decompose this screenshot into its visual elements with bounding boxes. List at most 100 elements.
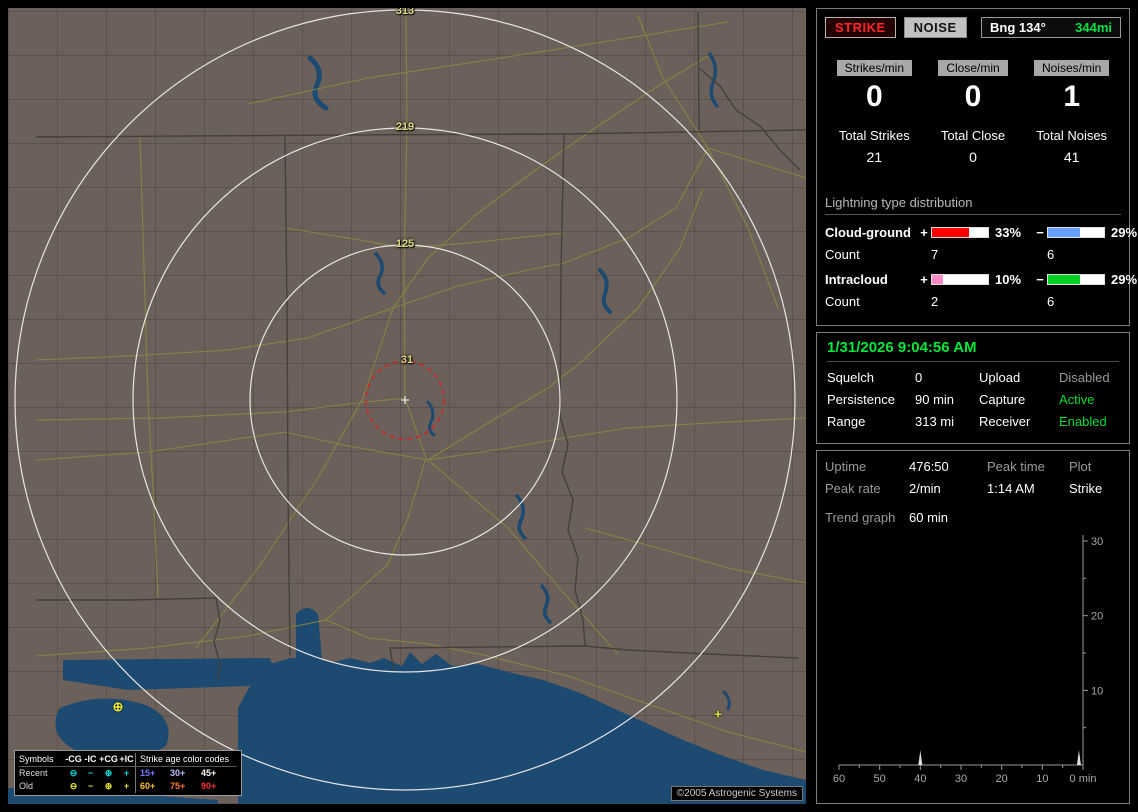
trend-section: Uptime 476:50 Peak time Plot Peak rate 2… (816, 450, 1130, 804)
receiver-label: Receiver (979, 414, 1031, 429)
ic-negative-bar-fill (1048, 275, 1081, 284)
total-close-label: Total Close (940, 128, 1006, 143)
legend-symbol: − (87, 781, 94, 791)
svg-text:50: 50 (874, 773, 886, 785)
plot-value: Strike (1069, 481, 1103, 496)
close-per-min-label: Close/min (938, 60, 1008, 76)
intracloud-count-row: Count 2 6 (825, 294, 1121, 309)
noises-per-min-value: 1 (1063, 80, 1080, 113)
distribution-row-intracloud: Intracloud + 10% − 29% (825, 272, 1137, 287)
svg-text:10: 10 (1091, 685, 1103, 697)
svg-text:20: 20 (1091, 611, 1103, 623)
strikes-per-min-label: Strikes/min (836, 60, 912, 76)
legend-symbol: − (87, 768, 94, 778)
legend-col-pos-cg: +CG (99, 753, 118, 767)
range-value: 313 mi (915, 414, 955, 429)
capture-label: Capture (979, 392, 1026, 407)
range-label: Range (827, 414, 866, 429)
squelch-label: Squelch (827, 370, 874, 385)
cg-positive-bar (931, 227, 989, 238)
total-strikes-value: 21 (866, 149, 883, 165)
cg-negative-count: 6 (1047, 247, 1055, 262)
svg-text:10: 10 (1036, 773, 1048, 785)
legend-age-header: Strike age color codes (135, 753, 237, 767)
ic-positive-bar (931, 274, 989, 285)
cg-positive-count: 7 (931, 247, 939, 262)
peak-time-value: 1:14 AM (987, 481, 1035, 496)
copyright-label: ©2005 Astrogenic Systems (670, 786, 803, 801)
persistence-value: 90 min (915, 392, 955, 407)
legend-symbol: ⊕ (104, 768, 113, 778)
upload-status: Disabled (1059, 370, 1110, 385)
bearing-distance-value: 344mi (1075, 20, 1112, 35)
cloud-ground-count-row: Count 7 6 (825, 247, 1121, 262)
cg-positive-bar-fill (932, 228, 969, 237)
plus-sign: + (920, 272, 928, 287)
ic-negative-count: 6 (1047, 294, 1055, 309)
range-ring-label-313: 313 (395, 8, 415, 17)
range-ring-label-31: 31 (400, 354, 414, 366)
capture-status: Active (1059, 392, 1095, 407)
legend-row-label: Old (19, 781, 34, 791)
noises-per-min-label: Noises/min (1033, 60, 1110, 76)
svg-text:40: 40 (914, 773, 926, 785)
peak-rate-value: 2/min (909, 481, 941, 496)
rate-counters: Strikes/min 0 Total Strikes 21 Close/min… (825, 60, 1121, 165)
legend-col-pos-ic: +IC (118, 753, 135, 767)
close-per-min-value: 0 (964, 80, 982, 113)
intracloud-label: Intracloud (825, 272, 888, 287)
total-noises-label: Total Noises (1036, 128, 1108, 143)
plot-label: Plot (1069, 459, 1092, 474)
receiver-site-marker (401, 396, 409, 404)
total-close-value: 0 (969, 149, 977, 165)
minus-sign: − (1036, 272, 1044, 287)
trend-chart: 30 20 10 60 50 40 30 20 10 0 min (833, 535, 1103, 785)
legend-age-value: 15+ (135, 767, 166, 780)
legend-age-value: 60+ (135, 780, 166, 793)
old-strike-symbol: ⊕ (112, 699, 124, 714)
svg-text:30: 30 (1091, 536, 1103, 548)
datetime-display: 1/31/2026 9:04:56 AM (827, 339, 1119, 362)
cloud-ground-label: Cloud-ground (825, 225, 911, 240)
uptime-label: Uptime (825, 459, 867, 474)
total-noises-value: 41 (1063, 149, 1080, 165)
noise-mode-button[interactable]: NOISE (903, 17, 967, 38)
legend-age-value: 30+ (170, 768, 186, 778)
ic-negative-percent: 29% (1111, 272, 1138, 287)
ic-positive-count: 2 (931, 294, 939, 309)
mode-toolbar: STRIKE NOISE Bng 134° 344mi (825, 17, 1121, 38)
receiver-status: Enabled (1059, 414, 1107, 429)
svg-text:60: 60 (833, 773, 845, 785)
bearing-readout: Bng 134° 344mi (981, 17, 1121, 38)
uptime-value: 476:50 (909, 459, 949, 474)
cg-positive-percent: 33% (995, 225, 1022, 240)
state-borders (35, 11, 806, 681)
legend-age-value: 75+ (170, 781, 186, 791)
status-panel: STRIKE NOISE Bng 134° 344mi Strikes/min … (816, 8, 1137, 804)
legend-symbols-header: Symbols (19, 753, 65, 767)
strike-map[interactable]: 313 219 125 31 ⊕ + Symbols -CG -IC +CG +… (8, 8, 806, 804)
legend-symbol: + (123, 768, 130, 778)
trend-graph-header: Trend graph 60 min (825, 510, 1125, 525)
upload-label: Upload (979, 370, 1021, 385)
trend-graph-span-value: 60 min (909, 510, 949, 525)
distribution-title: Lightning type distribution (825, 195, 1121, 215)
total-strikes-label: Total Strikes (838, 128, 910, 143)
strike-mode-button[interactable]: STRIKE (825, 17, 896, 38)
legend-age-value: 90+ (201, 781, 217, 791)
squelch-value: 0 (915, 370, 923, 385)
legend-symbol: ⊖ (69, 781, 78, 791)
map-legend: Symbols -CG -IC +CG +IC Strike age color… (14, 750, 242, 796)
range-ring-label-125: 125 (395, 238, 415, 250)
bearing-label: Bng 134° (990, 20, 1046, 35)
legend-symbol: ⊕ (104, 781, 113, 791)
status-grid: Squelch 0 Upload Disabled Persistence 90… (827, 370, 1119, 429)
road-network (35, 8, 806, 753)
strikes-per-min-counter: Strikes/min 0 Total Strikes 21 (825, 60, 924, 165)
cg-negative-bar-fill (1048, 228, 1081, 237)
system-status-section: 1/31/2026 9:04:56 AM Squelch 0 Upload Di… (816, 332, 1130, 444)
minus-sign: − (1036, 225, 1044, 240)
svg-text:30: 30 (955, 773, 967, 785)
uptime-grid: Uptime 476:50 Peak time Plot Peak rate 2… (825, 459, 1125, 496)
trend-graph-label: Trend graph (825, 510, 896, 525)
